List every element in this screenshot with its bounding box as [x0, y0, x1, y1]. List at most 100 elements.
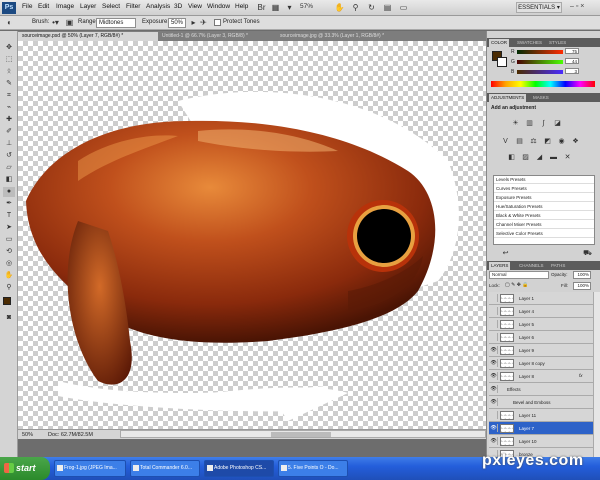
- clone-stamp-tool-icon[interactable]: ⊥: [3, 139, 15, 149]
- bridge-icon[interactable]: Br: [256, 2, 267, 13]
- g-value[interactable]: 44: [565, 58, 579, 64]
- visibility-eye-icon[interactable]: [490, 411, 498, 419]
- hand-tool-icon[interactable]: ✋: [3, 271, 15, 281]
- color-balance-icon[interactable]: ⚖: [529, 137, 538, 146]
- levels-icon[interactable]: ▥: [525, 119, 534, 128]
- r-slider[interactable]: [517, 50, 563, 54]
- menu-window[interactable]: Window: [207, 3, 230, 10]
- quick-mask-icon[interactable]: ◙: [3, 313, 15, 323]
- threshold-icon[interactable]: ◢: [535, 153, 544, 162]
- task-total-commander[interactable]: Total Commander 6.0...: [130, 460, 200, 477]
- tab-channels[interactable]: CHANNELS: [517, 262, 546, 270]
- document-canvas[interactable]: [18, 41, 486, 429]
- start-button[interactable]: start: [0, 457, 50, 480]
- tab-masks[interactable]: MASKS: [531, 94, 551, 102]
- path-selection-tool-icon[interactable]: ➤: [3, 223, 15, 233]
- layer-row[interactable]: 👁 Layer 10: [489, 435, 593, 448]
- zoom-level-icon[interactable]: ▾: [284, 2, 295, 13]
- menu-view[interactable]: View: [188, 3, 202, 10]
- clip-icon[interactable]: ⛟: [583, 249, 592, 258]
- menu-help[interactable]: Help: [235, 3, 248, 10]
- tab-styles[interactable]: STYLES: [547, 39, 568, 47]
- tab-layers[interactable]: LAYERS: [489, 262, 511, 270]
- dodge-tool-icon[interactable]: ●: [3, 187, 15, 197]
- layer-row[interactable]: 👁 Effects: [489, 383, 593, 396]
- eyedropper-tool-icon[interactable]: ⌁: [3, 103, 15, 113]
- b-value[interactable]: 3: [565, 68, 579, 74]
- brush-panel-icon[interactable]: ▣: [64, 17, 75, 28]
- 3d-orbit-tool-icon[interactable]: ◎: [3, 259, 15, 269]
- layer-row[interactable]: Layer 6: [489, 331, 593, 344]
- tab-sourceimage-psd[interactable]: sourceimage.psd @ 50% (Layer 7, RGB/8#) …: [18, 32, 158, 41]
- crop-tool-icon[interactable]: ⌗: [3, 91, 15, 101]
- vibrance-icon[interactable]: V: [501, 137, 510, 146]
- visibility-eye-icon[interactable]: [490, 320, 498, 328]
- color-background-swatch[interactable]: [497, 57, 507, 67]
- fill-input[interactable]: 100%: [573, 282, 591, 290]
- visibility-eye-icon[interactable]: 👁: [490, 424, 498, 432]
- posterize-icon[interactable]: ▨: [521, 153, 530, 162]
- airbrush-icon[interactable]: ✈: [198, 17, 209, 28]
- layer-row[interactable]: 👁 Bevel and Emboss: [489, 396, 593, 409]
- gradient-map-icon[interactable]: ▬: [549, 153, 558, 162]
- task-photoshop[interactable]: Adobe Photoshop CS...: [204, 460, 274, 477]
- lasso-tool-icon[interactable]: ᛟ: [3, 67, 15, 77]
- menu-analysis[interactable]: Analysis: [146, 3, 170, 10]
- photo-filter-icon[interactable]: ◉: [557, 137, 566, 146]
- 3d-rotate-tool-icon[interactable]: ⟲: [3, 247, 15, 257]
- black-white-icon[interactable]: ◩: [543, 137, 552, 146]
- window-controls[interactable]: – ▫ ×: [570, 3, 584, 10]
- preset-black-white[interactable]: Black & White Presets: [494, 212, 594, 220]
- exposure-icon[interactable]: ◪: [553, 119, 562, 128]
- history-brush-tool-icon[interactable]: ↺: [3, 151, 15, 161]
- menu-filter[interactable]: Filter: [126, 3, 140, 10]
- g-slider[interactable]: [517, 60, 563, 64]
- screen-mode-icon[interactable]: ▭: [398, 2, 409, 13]
- zoom-level[interactable]: 57%: [300, 3, 313, 10]
- visibility-eye-icon[interactable]: 👁: [490, 398, 498, 406]
- menu-select[interactable]: Select: [102, 3, 120, 10]
- channel-mixer-icon[interactable]: ❖: [571, 137, 580, 146]
- workspace-switcher[interactable]: ESSENTIALS ▾: [516, 2, 562, 13]
- type-tool-icon[interactable]: T: [3, 211, 15, 221]
- layer-effects-icon[interactable]: fx: [579, 373, 583, 378]
- pen-tool-icon[interactable]: ✒: [3, 199, 15, 209]
- brightness-contrast-icon[interactable]: ☀: [511, 119, 520, 128]
- visibility-eye-icon[interactable]: 👁: [490, 385, 498, 393]
- tab-untitled-1[interactable]: Untitled-1 @ 66.7% (Layer 3, RGB/8) *: [158, 32, 276, 41]
- mini-bridge-icon[interactable]: ▦: [270, 2, 281, 13]
- preset-selective-color[interactable]: Selective Color Presets: [494, 230, 594, 238]
- preset-curves[interactable]: Curves Presets: [494, 185, 594, 193]
- brush-picker-icon[interactable]: •▾: [50, 17, 61, 28]
- horizontal-scrollbar[interactable]: [120, 430, 486, 438]
- preset-levels[interactable]: Levels Presets: [494, 176, 594, 184]
- layers-scrollbar[interactable]: [593, 292, 600, 457]
- tab-swatches[interactable]: SWATCHES: [515, 39, 544, 47]
- layer-row[interactable]: 👁 Layer 9: [489, 344, 593, 357]
- brush-tool-icon[interactable]: ✐: [3, 127, 15, 137]
- eraser-tool-icon[interactable]: ▱: [3, 163, 15, 173]
- arrange-documents-icon[interactable]: ▤: [382, 2, 393, 13]
- layer-row[interactable]: Layer 4: [489, 305, 593, 318]
- exposure-input[interactable]: 50%: [168, 18, 186, 28]
- dodge-tool-preset-icon[interactable]: ◐: [4, 17, 15, 28]
- menu-layer[interactable]: Layer: [80, 3, 96, 10]
- layer-row[interactable]: Layer 11: [489, 409, 593, 422]
- preset-hue-saturation[interactable]: Hue/Saturation Presets: [494, 203, 594, 211]
- preset-channel-mixer[interactable]: Channel Mixer Presets: [494, 221, 594, 229]
- layer-row[interactable]: Layer 5: [489, 318, 593, 331]
- shape-tool-icon[interactable]: ▭: [3, 235, 15, 245]
- preset-exposure[interactable]: Exposure Presets: [494, 194, 594, 202]
- gradient-tool-icon[interactable]: ◧: [3, 175, 15, 185]
- visibility-eye-icon[interactable]: 👁: [490, 359, 498, 367]
- tab-color[interactable]: COLOR: [489, 39, 510, 47]
- layer-row[interactable]: Layer 1: [489, 292, 593, 305]
- tab-sourceimage-jpg[interactable]: sourceimage.jpg @ 33.3% (Layer 1, RGB/8#…: [276, 32, 406, 41]
- opacity-input[interactable]: 100%: [573, 271, 591, 279]
- menu-file[interactable]: File: [22, 3, 32, 10]
- foreground-color-swatch[interactable]: [3, 297, 11, 305]
- layer-row[interactable]: 👁 Layer 7: [489, 422, 593, 435]
- move-tool-icon[interactable]: ✥: [3, 43, 15, 53]
- visibility-eye-icon[interactable]: 👁: [490, 346, 498, 354]
- layer-row[interactable]: 👁 Layer 8 fx: [489, 370, 593, 383]
